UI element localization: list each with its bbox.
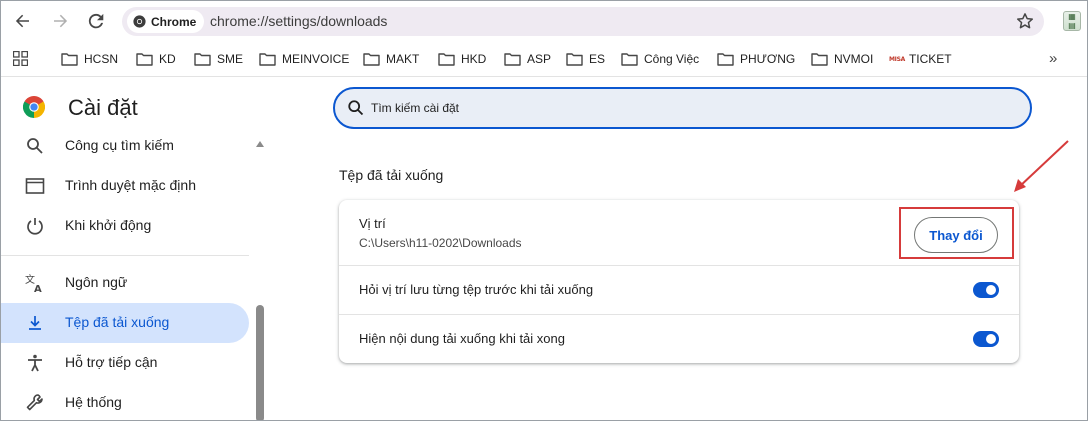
page-title: Cài đặt <box>68 95 138 120</box>
bookmark-folder[interactable]: PHƯƠNG <box>717 50 795 68</box>
bookmark-label: HKD <box>461 52 487 66</box>
forward-arrow-icon <box>54 14 68 28</box>
annotation-arrow-icon <box>1014 140 1069 192</box>
scrollbar-thumb[interactable] <box>256 305 264 420</box>
folder-icon <box>504 53 521 66</box>
chrome-logo-icon <box>133 15 146 28</box>
translate-icon: 文A <box>25 273 42 293</box>
toggle-knob <box>986 285 996 295</box>
bookmark-folder[interactable]: KD <box>136 50 176 68</box>
location-path: C:\Users\h11-0202\Downloads <box>359 236 522 250</box>
bookmark-star-icon[interactable] <box>1016 12 1034 30</box>
sidebar-item-default-browser[interactable]: Trình duyệt mặc định <box>1 166 249 206</box>
section-title: Tệp đã tải xuống <box>339 167 444 183</box>
scrollbar-up-arrow-icon[interactable] <box>256 141 264 147</box>
bookmark-folder[interactable]: MAKT <box>363 50 419 68</box>
sidebar-item-label: Tệp đã tải xuống <box>65 314 170 330</box>
search-input[interactable] <box>371 89 1011 127</box>
location-label: Vị trí <box>359 216 386 231</box>
bookmark-label: TICKET <box>908 52 952 66</box>
sidebar-item-system[interactable]: Hệ thống <box>1 383 249 420</box>
back-button[interactable] <box>11 9 35 33</box>
settings-logo <box>23 96 45 118</box>
forward-button[interactable] <box>48 9 72 33</box>
settings-sidebar: Công cụ tìm kiếm Trình duyệt mặc định Kh… <box>1 126 267 420</box>
sidebar-item-label: Trình duyệt mặc định <box>65 177 196 193</box>
bookmark-folder[interactable]: MEINVOICE <box>259 50 349 68</box>
bookmark-label: MEINVOICE <box>282 52 350 66</box>
bookmark-label: KD <box>159 52 176 66</box>
sidebar-item-label: Hỗ trợ tiếp cận <box>65 354 158 370</box>
sidebar-item-label: Khi khởi động <box>65 217 152 233</box>
folder-icon <box>566 53 583 66</box>
chrome-logo-icon <box>23 96 45 118</box>
sidebar-item-on-startup[interactable]: Khi khởi động <box>1 206 249 246</box>
svg-text:A: A <box>34 284 42 293</box>
ask-location-label: Hỏi vị trí lưu từng tệp trước khi tải xu… <box>359 282 594 297</box>
bookmark-folder[interactable]: Công Việc <box>621 50 699 68</box>
folder-icon <box>259 53 276 66</box>
back-arrow-icon <box>15 14 29 28</box>
bookmark-folder[interactable]: ES <box>566 50 605 68</box>
bookmark-label: SME <box>217 52 244 66</box>
wrench-icon <box>26 394 43 411</box>
misa-logo-icon: MISA <box>889 55 905 63</box>
folder-icon <box>717 53 734 66</box>
more-bookmarks-icon[interactable]: » <box>1049 50 1057 67</box>
download-icon <box>29 316 41 330</box>
show-downloads-toggle[interactable] <box>973 331 999 347</box>
sidebar-item-label: Ngôn ngữ <box>65 274 128 290</box>
sidebar-item-label: Hệ thống <box>65 394 122 410</box>
sidebar-item-accessibility[interactable]: Hỗ trợ tiếp cận <box>1 343 249 383</box>
browser-toolbar: Chrome chrome://settings/downloads ▦ ▤ <box>1 1 1087 41</box>
sidebar-item-search-engine[interactable]: Công cụ tìm kiếm <box>1 126 249 166</box>
toggle-knob <box>986 334 996 344</box>
sidebar-divider <box>1 255 249 256</box>
bookmark-folder[interactable]: SME <box>194 50 243 68</box>
browser-window-icon <box>25 178 45 194</box>
bookmark-link[interactable]: MISA TICKET <box>889 50 952 68</box>
reload-button[interactable] <box>84 9 108 33</box>
bookmark-label: ES <box>589 52 606 66</box>
bookmark-folder[interactable]: ASP <box>504 50 551 68</box>
folder-icon <box>194 53 211 66</box>
bookmark-folder[interactable]: HKD <box>438 50 486 68</box>
sidebar-item-label: Công cụ tìm kiếm <box>65 137 174 153</box>
show-downloads-row[interactable]: Hiện nội dung tải xuống khi tải xong <box>339 315 1019 363</box>
browser-window: Chrome chrome://settings/downloads ▦ ▤ HC… <box>0 0 1088 421</box>
reload-icon <box>88 13 104 29</box>
bookmark-label: NVMOI <box>834 52 874 66</box>
chrome-page-chip[interactable]: Chrome <box>127 10 205 33</box>
folder-icon <box>438 53 455 66</box>
bookmark-folder[interactable]: NVMOI <box>811 50 873 68</box>
ask-location-toggle[interactable] <box>973 282 999 298</box>
bookmark-label: PHƯƠNG <box>740 52 796 66</box>
extension-icon[interactable]: ▦ ▤ <box>1063 11 1081 31</box>
address-bar[interactable]: Chrome chrome://settings/downloads <box>122 7 1044 36</box>
apps-grid-icon[interactable] <box>13 51 28 66</box>
sidebar-item-downloads[interactable]: Tệp đã tải xuống <box>1 303 249 343</box>
accessibility-icon <box>28 354 42 372</box>
url-text[interactable]: chrome://settings/downloads <box>210 13 387 29</box>
folder-icon <box>363 53 380 66</box>
folder-icon <box>61 53 78 66</box>
folder-icon <box>811 53 828 66</box>
bookmark-label: ASP <box>527 52 552 66</box>
ask-location-row[interactable]: Hỏi vị trí lưu từng tệp trước khi tải xu… <box>339 266 1019 314</box>
chip-label: Chrome <box>151 14 197 29</box>
annotation-highlight-box <box>899 207 1014 259</box>
bookmark-folder[interactable]: HCSN <box>61 50 118 68</box>
folder-icon <box>621 53 638 66</box>
power-icon <box>27 218 43 235</box>
bookmark-label: MAKT <box>386 52 420 66</box>
search-icon <box>27 138 43 154</box>
show-downloads-label: Hiện nội dung tải xuống khi tải xong <box>359 331 565 346</box>
bookmark-label: HCSN <box>84 52 119 66</box>
search-icon <box>348 100 364 116</box>
settings-search-box[interactable] <box>333 87 1032 129</box>
sidebar-item-languages[interactable]: 文A Ngôn ngữ <box>1 263 249 303</box>
bookmarks-bar: HCSN KD SME MEINVOICE MAKT HKD ASP ES Cô… <box>1 41 1087 77</box>
bookmark-label: Công Việc <box>644 52 700 66</box>
folder-icon <box>136 53 153 66</box>
